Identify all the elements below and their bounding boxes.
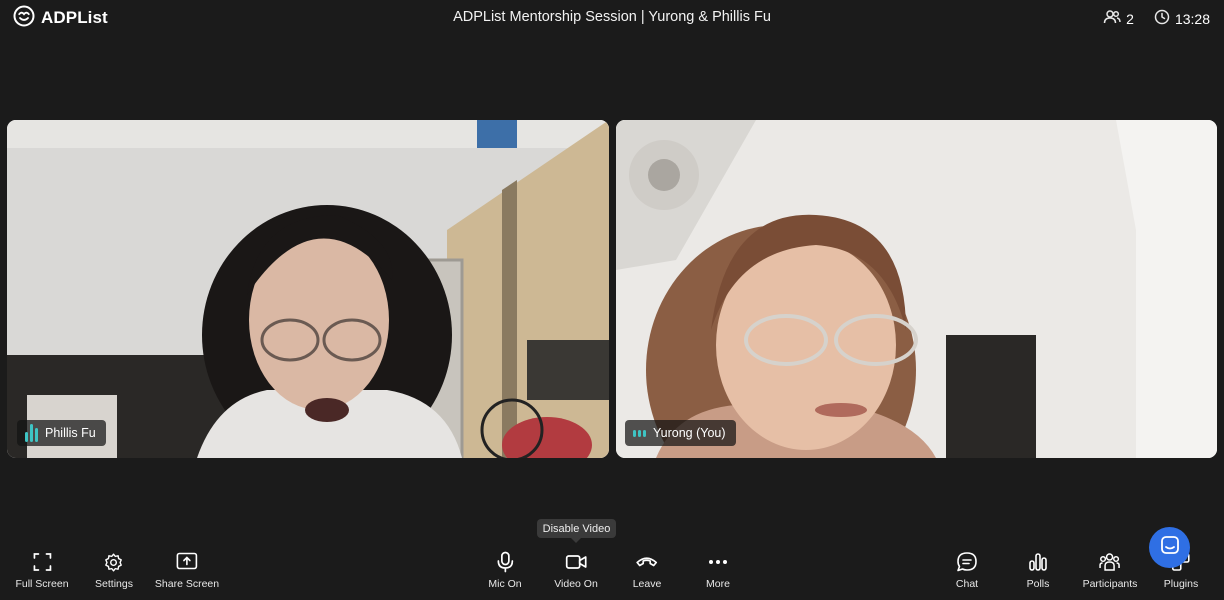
session-time: 13:28 [1174, 10, 1210, 27]
more-label: More [706, 578, 730, 590]
polls-label: Polls [1026, 578, 1050, 590]
share-screen-button[interactable]: Share Screen [155, 550, 219, 594]
clock-icon [1154, 9, 1170, 28]
video-camera-icon [564, 550, 588, 574]
support-chat-button[interactable] [1149, 527, 1190, 568]
poll-icon [1026, 550, 1050, 574]
video-feed-yurong [616, 120, 1217, 458]
participant-name: Phillis Fu [45, 426, 96, 440]
settings-button[interactable]: Settings [95, 550, 133, 594]
video-tile-phillis[interactable]: Phillis Fu [7, 120, 609, 458]
session-timer: 13:28 [1154, 9, 1210, 28]
participants-icon [1098, 550, 1122, 574]
participant-name-tag: Phillis Fu [17, 420, 106, 446]
participant-name-tag: Yurong (You) [625, 420, 736, 446]
people-icon [1103, 9, 1121, 28]
share-screen-label: Share Screen [154, 578, 220, 590]
full-screen-label: Full Screen [15, 578, 69, 590]
share-screen-icon [175, 550, 199, 574]
polls-button[interactable]: Polls [1026, 550, 1050, 594]
video-feed-phillis [7, 120, 609, 458]
disable-video-tooltip: Disable Video [537, 519, 616, 543]
more-button[interactable]: More [706, 550, 730, 594]
mic-button[interactable]: Mic On [488, 550, 522, 594]
chat-label: Chat [955, 578, 979, 590]
settings-label: Settings [95, 578, 133, 590]
full-screen-button[interactable]: Full Screen [15, 550, 69, 594]
mic-label: Mic On [488, 578, 522, 590]
audio-level-icon [633, 429, 646, 437]
chat-button[interactable]: Chat [955, 550, 979, 594]
gear-icon [102, 550, 126, 574]
fullscreen-icon [30, 550, 54, 574]
more-dots-icon [706, 550, 730, 574]
participant-name: Yurong (You) [653, 426, 726, 440]
support-chat-icon [1160, 535, 1180, 560]
leave-button[interactable]: Leave [632, 550, 662, 594]
participant-count[interactable]: 2 [1103, 9, 1134, 28]
plugins-label: Plugins [1163, 578, 1199, 590]
chat-icon [955, 550, 979, 574]
microphone-icon [493, 550, 517, 574]
video-label: Video On [554, 578, 598, 590]
audio-level-icon [25, 424, 38, 442]
phone-hangup-icon [635, 550, 659, 574]
participants-button[interactable]: Participants [1082, 550, 1138, 594]
video-tile-yurong[interactable]: Yurong (You) [616, 120, 1217, 458]
participants-label: Participants [1082, 578, 1138, 590]
video-button[interactable]: Video On [554, 550, 598, 594]
session-title: ADPList Mentorship Session | Yurong & Ph… [453, 9, 771, 25]
leave-label: Leave [632, 578, 662, 590]
participant-count-value: 2 [1126, 10, 1134, 27]
